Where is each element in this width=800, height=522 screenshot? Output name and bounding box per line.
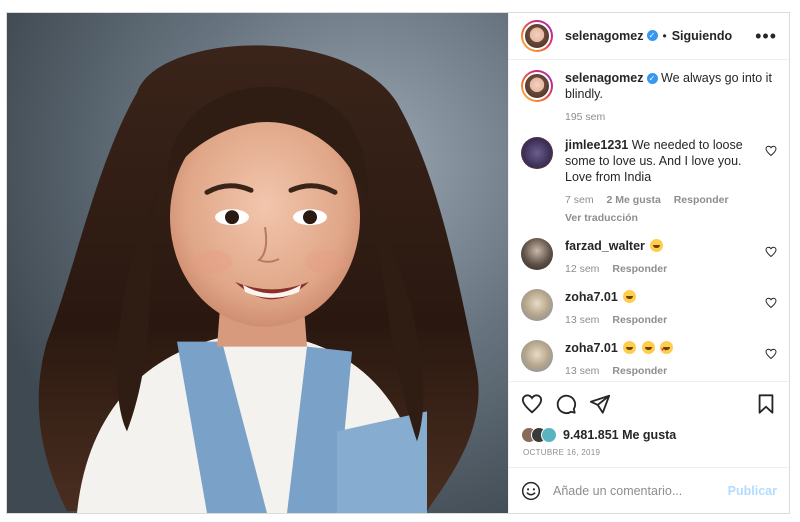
- caption-time: 195 sem: [565, 110, 606, 123]
- grinning-face-sweat-icon: [623, 289, 637, 303]
- grinning-face-sweat-icon: [641, 340, 655, 354]
- caption-avatar[interactable]: [521, 69, 553, 102]
- more-options-icon[interactable]: •••: [755, 27, 777, 45]
- commenter-avatar[interactable]: [521, 339, 553, 372]
- heart-icon[interactable]: [521, 393, 543, 415]
- commenter-username[interactable]: jimlee1231: [565, 138, 628, 152]
- grinning-face-sweat-icon: [623, 340, 637, 354]
- publish-button[interactable]: Publicar: [728, 484, 777, 498]
- post-side-panel: selenagomez ✓ • Siguiendo ••• selenagome…: [508, 13, 789, 513]
- post-photo[interactable]: [7, 13, 508, 513]
- commenter-username[interactable]: zoha7.01: [565, 290, 618, 304]
- author-avatar[interactable]: [521, 19, 553, 52]
- heart-icon[interactable]: [765, 348, 777, 360]
- heart-eyes-face-icon: [660, 340, 674, 358]
- commenter-username[interactable]: farzad_walter: [565, 239, 645, 253]
- smiley-icon[interactable]: [521, 481, 541, 501]
- comment-time: 12 sem: [565, 262, 600, 275]
- heart-icon[interactable]: [765, 297, 777, 309]
- likes-count[interactable]: 9.481.851 Me gusta: [563, 428, 676, 442]
- likes-row: 9.481.851 Me gusta: [509, 427, 789, 445]
- liker-avatar[interactable]: [541, 427, 557, 444]
- comment-time: 7 sem: [565, 193, 594, 206]
- post-date: OCTUBRE 16, 2019: [509, 444, 789, 469]
- caption-meta: 195 sem: [565, 111, 777, 123]
- comment-item: jimlee1231 We needed to loose some to lo…: [521, 136, 777, 224]
- verified-badge-icon: ✓: [646, 30, 658, 42]
- comment-input[interactable]: [553, 483, 718, 498]
- girl-portrait-image: [7, 13, 508, 513]
- comment-item: farzad_walter 12 sem Responder: [521, 237, 777, 275]
- post-dialog: selenagomez ✓ • Siguiendo ••• selenagome…: [6, 12, 790, 514]
- separator-dot: •: [662, 28, 667, 43]
- commenter-avatar[interactable]: [521, 237, 553, 270]
- comment-item: zoha7.01 13 sem Responder: [521, 288, 777, 326]
- author-username[interactable]: selenagomez: [565, 29, 644, 43]
- add-comment-bar: Publicar: [509, 468, 789, 513]
- comment-time: 13 sem: [565, 313, 600, 326]
- see-translation-link[interactable]: Ver traducción: [565, 212, 755, 224]
- heart-icon[interactable]: [765, 145, 777, 157]
- grinning-face-sweat-icon: [650, 238, 664, 252]
- commenter-avatar[interactable]: [521, 136, 553, 169]
- reply-button[interactable]: Responder: [612, 263, 667, 275]
- commenter-username[interactable]: zoha7.01: [565, 341, 618, 355]
- heart-icon[interactable]: [765, 246, 777, 258]
- comments-list[interactable]: selenagomez ✓ We always go into it blindl…: [509, 60, 789, 382]
- reply-button[interactable]: Responder: [612, 314, 667, 326]
- caption: selenagomez ✓ We always go into it blindl…: [521, 69, 777, 123]
- reply-button[interactable]: Responder: [612, 365, 667, 377]
- comment-time: 13 sem: [565, 364, 600, 377]
- comment-icon[interactable]: [555, 393, 577, 415]
- reply-button[interactable]: Responder: [674, 194, 729, 206]
- caption-text-block: selenagomez ✓ We always go into it blindl…: [565, 70, 777, 102]
- verified-badge-icon: ✓: [646, 73, 658, 85]
- comment-likes[interactable]: 2 Me gusta: [607, 194, 661, 206]
- caption-username[interactable]: selenagomez: [565, 71, 644, 85]
- commenter-avatar[interactable]: [521, 288, 553, 321]
- paper-plane-icon[interactable]: [589, 393, 611, 415]
- bookmark-icon[interactable]: [755, 393, 777, 415]
- post-actions: [509, 382, 789, 427]
- comment-item: zoha7.01 13 sem Responder: [521, 339, 777, 377]
- post-header: selenagomez ✓ • Siguiendo •••: [509, 13, 789, 60]
- following-button[interactable]: Siguiendo: [672, 29, 732, 43]
